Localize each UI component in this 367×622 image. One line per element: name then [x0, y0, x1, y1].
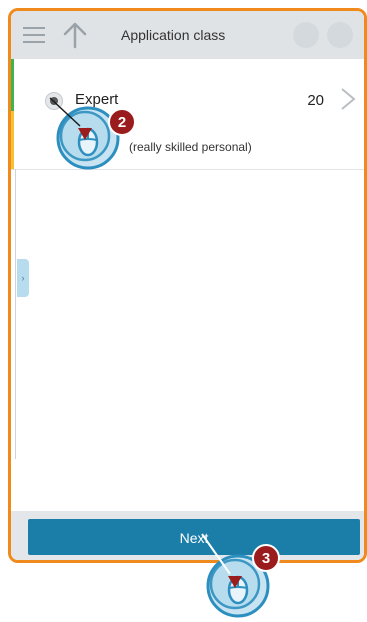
app-header: Application class	[11, 11, 364, 60]
page-title: Application class	[121, 27, 226, 43]
click-indicator-step-2: 2	[49, 97, 136, 170]
left-rail-line	[15, 169, 16, 459]
screenshot-page: Application class Expert 20 (really skil…	[0, 0, 367, 622]
side-panel-handle[interactable]: ›	[17, 259, 29, 297]
step-badge-number: 3	[262, 550, 270, 567]
chevron-right-icon[interactable]	[338, 85, 358, 113]
item-description: (really skilled personal)	[129, 140, 252, 154]
accent-bar-green	[11, 59, 14, 111]
header-faded-icon	[293, 22, 319, 48]
footer-bar: Next	[11, 511, 364, 560]
click-indicator-step-3: 3	[201, 533, 280, 618]
header-faded-icon	[327, 22, 353, 48]
up-arrow-icon[interactable]	[61, 21, 89, 49]
step-badge-number: 2	[118, 114, 126, 131]
accent-bar-yellow	[11, 111, 14, 169]
item-value: 20	[307, 92, 324, 109]
hamburger-icon[interactable]	[23, 25, 45, 45]
